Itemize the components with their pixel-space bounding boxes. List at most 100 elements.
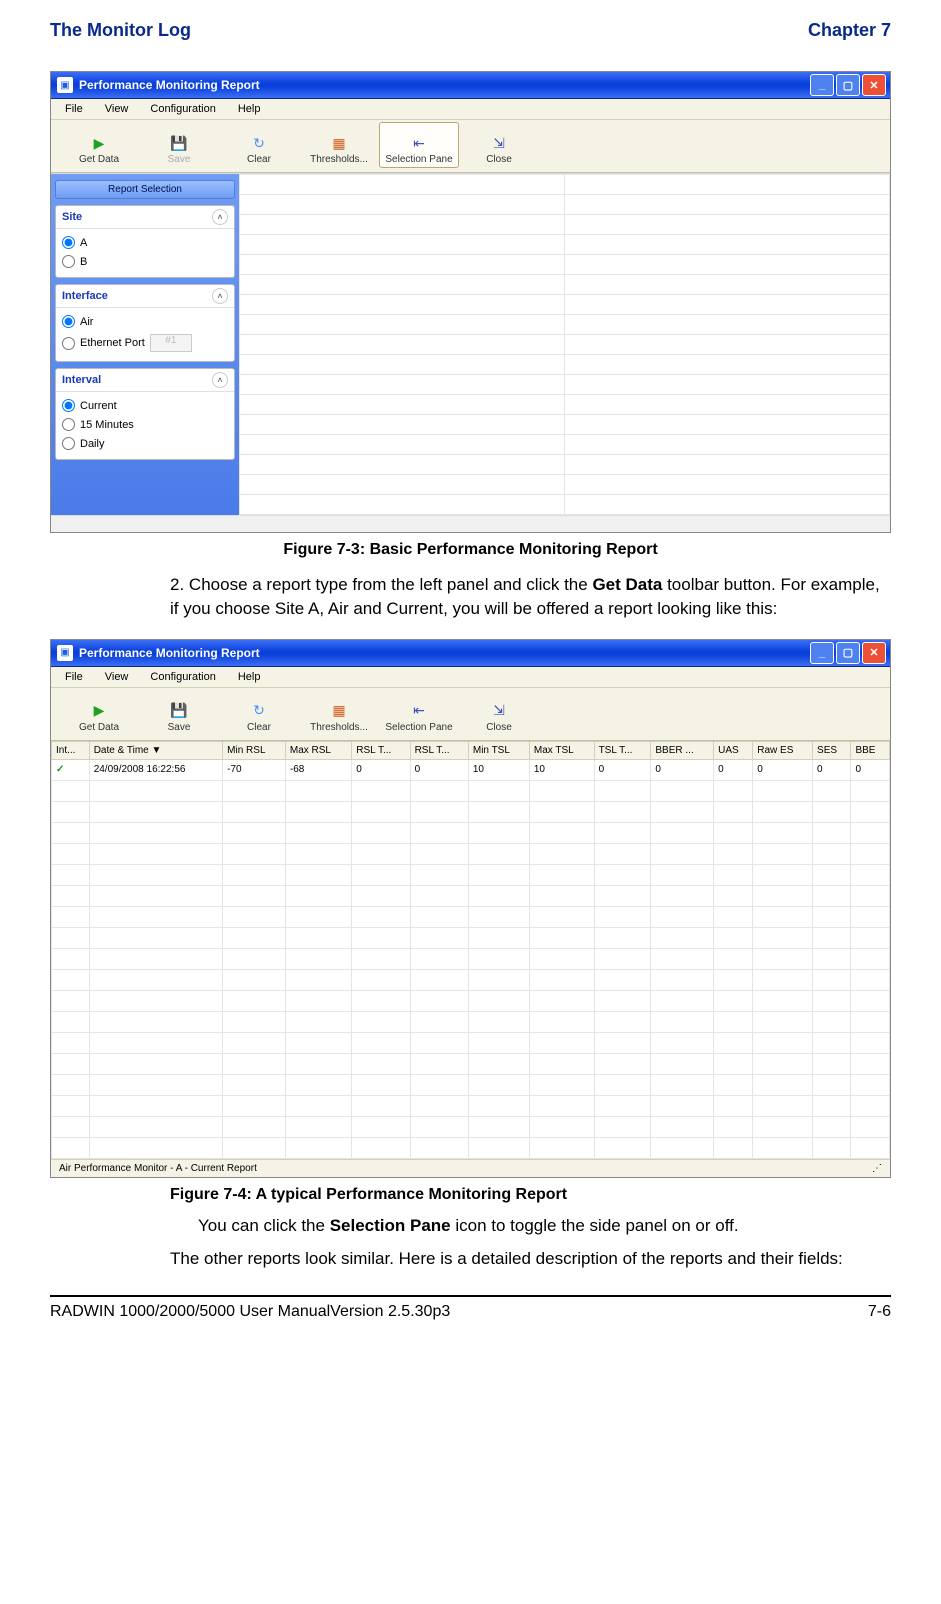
toolbar-selection-pane-button[interactable]: ⇤Selection Pane — [379, 690, 459, 736]
toolbar-label: Clear — [247, 154, 271, 165]
toolbar-clear-button[interactable]: ↻ Clear — [219, 122, 299, 168]
toolbar-close-button[interactable]: ⇲Close — [459, 122, 539, 168]
radio-site-a[interactable]: A — [62, 233, 228, 252]
toolbar-save-button[interactable]: 💾Save — [139, 122, 219, 168]
close-button[interactable]: ✕ — [862, 74, 886, 96]
col-header[interactable]: BBER ... — [651, 741, 714, 759]
cell: 0 — [651, 759, 714, 780]
cell: -68 — [285, 759, 351, 780]
window-pmr-typical: ▣ Performance Monitoring Report _ ▢ ✕ Fi… — [50, 639, 891, 1178]
maximize-button[interactable]: ▢ — [836, 642, 860, 664]
menu-help[interactable]: Help — [238, 671, 261, 683]
toolbar-thresholds--button[interactable]: ▦Thresholds... — [299, 690, 379, 736]
radio-ethernet[interactable]: Ethernet Port#1 — [62, 331, 228, 355]
save-icon: 💾 — [170, 134, 188, 152]
menu-file[interactable]: File — [65, 671, 83, 683]
chevron-up-icon[interactable]: ˄ — [212, 372, 228, 388]
toolbar-label: Close — [486, 154, 512, 165]
maximize-button[interactable]: ▢ — [836, 74, 860, 96]
step-number: 2. — [170, 575, 184, 594]
radio-label: A — [80, 237, 87, 249]
toolbar-clear-button[interactable]: ↻Clear — [219, 690, 299, 736]
col-header[interactable]: Min TSL — [468, 741, 529, 759]
titlebar[interactable]: ▣ Performance Monitoring Report _ ▢ ✕ — [51, 640, 890, 667]
toolbar-save-button[interactable]: 💾Save — [139, 690, 219, 736]
port-spinner[interactable]: #1 — [150, 334, 192, 352]
resize-grip-icon[interactable]: ⋰ — [872, 1163, 882, 1174]
sidebar-tab[interactable]: Report Selection — [55, 180, 235, 199]
table-header-row: Int...Date & Time ▼Min RSLMax RSLRSL T..… — [52, 741, 890, 759]
radio-15min[interactable]: 15 Minutes — [62, 415, 228, 434]
col-header[interactable]: Max RSL — [285, 741, 351, 759]
radio-daily[interactable]: Daily — [62, 434, 228, 453]
toolbar-thresholds--button[interactable]: ▦Thresholds... — [299, 122, 379, 168]
report-table: Int...Date & Time ▼Min RSLMax RSLRSL T..… — [51, 741, 890, 1159]
play-icon: ▶ — [90, 702, 108, 720]
toolbar-label: Close — [486, 722, 512, 733]
chevron-up-icon[interactable]: ˄ — [212, 209, 228, 225]
step-text: Choose a report type from the left panel… — [189, 575, 593, 594]
radio-air[interactable]: Air — [62, 312, 228, 331]
radio-label: 15 Minutes — [80, 419, 134, 431]
toolbar: ▶Get Data💾Save↻Clear▦Thresholds...⇤Selec… — [51, 688, 890, 741]
clear-icon: ↻ — [250, 702, 268, 720]
text-bold: Selection Pane — [330, 1216, 451, 1235]
status-cell: ✓ — [52, 759, 90, 780]
menu-configuration[interactable]: Configuration — [150, 671, 215, 683]
radio-current[interactable]: Current — [62, 396, 228, 415]
toolbar-selection-pane-button[interactable]: ⇤Selection Pane — [379, 122, 459, 168]
figure-7-3-caption: Figure 7-3: Basic Performance Monitoring… — [50, 541, 891, 559]
menu-file[interactable]: File — [65, 103, 83, 115]
toolbar-get-data-button[interactable]: ▶Get Data — [59, 122, 139, 168]
app-icon: ▣ — [57, 77, 73, 93]
window-pmr-basic: ▣ Performance Monitoring Report _ ▢ ✕ Fi… — [50, 71, 891, 533]
minimize-button[interactable]: _ — [810, 642, 834, 664]
empty-grid — [239, 174, 890, 515]
col-header[interactable]: Max TSL — [529, 741, 594, 759]
panel-interval-title: Interval — [62, 374, 101, 386]
minimize-button[interactable]: _ — [810, 74, 834, 96]
close-button[interactable]: ✕ — [862, 642, 886, 664]
col-header[interactable]: UAS — [714, 741, 753, 759]
thresh-icon: ▦ — [330, 702, 348, 720]
toolbar-get-data-button[interactable]: ▶Get Data — [59, 690, 139, 736]
text: icon to toggle the side panel on or off. — [451, 1216, 739, 1235]
chevron-up-icon[interactable]: ˄ — [212, 288, 228, 304]
menu-view[interactable]: View — [105, 671, 129, 683]
selection-pane-note: You can click the Selection Pane icon to… — [198, 1214, 891, 1238]
step-2-text: 2. Choose a report type from the left pa… — [170, 573, 891, 621]
page-header: The Monitor Log Chapter 7 — [50, 20, 891, 41]
page-footer: RADWIN 1000/2000/5000 User ManualVersion… — [50, 1295, 891, 1321]
table-row[interactable]: ✓24/09/2008 16:22:56-70-68001010000000 — [52, 759, 890, 780]
titlebar[interactable]: ▣ Performance Monitoring Report _ ▢ ✕ — [51, 72, 890, 99]
col-header[interactable]: RSL T... — [410, 741, 468, 759]
report-selection-sidebar: Report Selection Site˄ A B Interface˄ Ai… — [51, 174, 239, 515]
cell: 0 — [352, 759, 410, 780]
radio-label: B — [80, 256, 87, 268]
clear-icon: ↻ — [250, 134, 268, 152]
menu-help[interactable]: Help — [238, 103, 261, 115]
col-header[interactable]: TSL T... — [594, 741, 651, 759]
save-icon: 💾 — [170, 702, 188, 720]
col-header[interactable]: BBE — [851, 741, 890, 759]
scrollbar[interactable] — [51, 515, 890, 532]
radio-label: Current — [80, 400, 117, 412]
col-header[interactable]: Raw ES — [753, 741, 813, 759]
col-header[interactable]: SES — [813, 741, 851, 759]
toolbar: ▶Get Data💾Save ↻ Clear ▦Thresholds...⇤Selec… — [51, 120, 890, 173]
col-header[interactable]: RSL T... — [352, 741, 410, 759]
window-title: Performance Monitoring Report — [79, 78, 260, 92]
menu-configuration[interactable]: Configuration — [150, 103, 215, 115]
footer-left: RADWIN 1000/2000/5000 User ManualVersion… — [50, 1303, 450, 1321]
toolbar-close-button[interactable]: ⇲Close — [459, 690, 539, 736]
menubar: File View Configuration Help — [51, 99, 890, 120]
col-header[interactable]: Min RSL — [223, 741, 286, 759]
text: You can click the — [198, 1216, 330, 1235]
statusbar: Air Performance Monitor - A - Current Re… — [51, 1159, 890, 1177]
menu-view[interactable]: View — [105, 103, 129, 115]
col-header[interactable]: Int... — [52, 741, 90, 759]
col-header[interactable]: Date & Time ▼ — [89, 741, 222, 759]
radio-site-b[interactable]: B — [62, 252, 228, 271]
panel-interface: Interface ˄ Air Ethernet Port#1 — [55, 284, 235, 362]
panel-interface-title: Interface — [62, 290, 108, 302]
